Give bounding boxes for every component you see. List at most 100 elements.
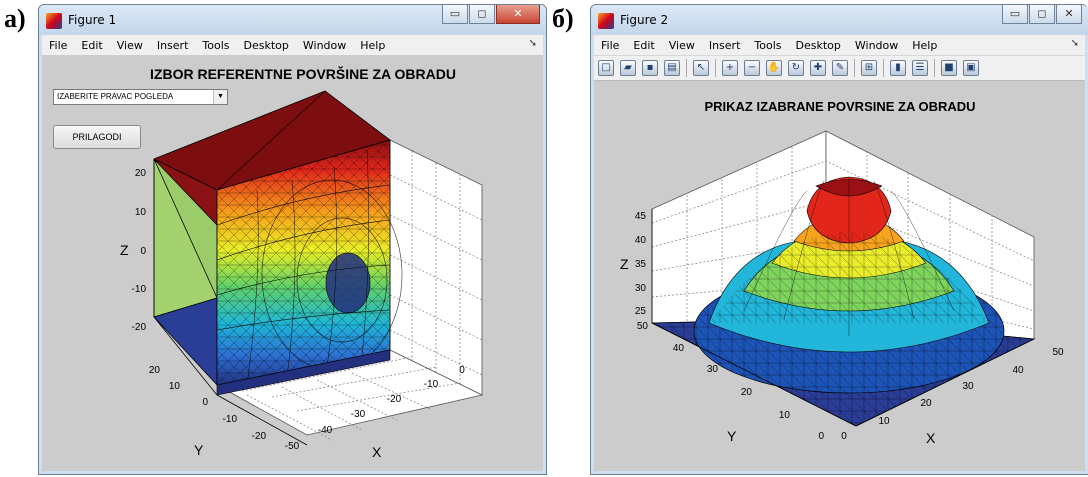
pointer-icon[interactable]: ↖ xyxy=(693,60,709,76)
y-tick: 0 xyxy=(202,397,208,408)
close-button[interactable]: ✕ xyxy=(1056,5,1082,24)
x-tick: 0 xyxy=(459,365,465,376)
menu-window[interactable]: Window xyxy=(848,39,905,52)
toolbar-separator xyxy=(854,59,855,77)
z-tick: 45 xyxy=(635,211,647,222)
save-icon[interactable]: ▪ xyxy=(642,60,658,76)
maximize-button[interactable]: ◻ xyxy=(1029,5,1055,24)
menu-insert[interactable]: Insert xyxy=(150,39,196,52)
figure-1-plot: IZBOR REFERENTNE POVRŠINE ZA OBRADU 20 1… xyxy=(120,65,484,460)
dock-arrow-icon[interactable]: ➘ xyxy=(529,38,537,49)
prilagodi-button[interactable]: PRILAGODI xyxy=(53,125,141,149)
menu-tools[interactable]: Tools xyxy=(195,39,236,52)
rotate-3d-icon[interactable]: ↻ xyxy=(788,60,804,76)
figure-2-toolbar: □ ▰ ▪ ▤ ↖ + − ✋ ↻ ✚ ✎ ⊞ ▮ ☰ ■ ▣ xyxy=(594,55,1085,81)
menu-insert[interactable]: Insert xyxy=(702,39,748,52)
figure-1-title: Figure 1 xyxy=(68,13,117,27)
menu-tools[interactable]: Tools xyxy=(747,39,788,52)
figure-2-plot: PRIKAZ IZABRANE POVRSINE ZA OBRADU 45 40… xyxy=(620,99,1064,446)
z-tick: 35 xyxy=(635,259,647,270)
show-plot-tools-icon[interactable]: ▣ xyxy=(963,60,979,76)
plot-title: IZBOR REFERENTNE POVRŠINE ZA OBRADU xyxy=(150,65,456,82)
hide-plot-tools-icon[interactable]: ■ xyxy=(941,60,957,76)
figure-1-canvas: IZBOR REFERENTNE POVRŠINE ZA OBRADU 20 1… xyxy=(42,55,543,471)
z-tick: 40 xyxy=(635,235,647,246)
figure-2-titlebar[interactable]: Figure 2 ▭ ◻ ✕ xyxy=(591,5,1088,35)
close-button[interactable]: ✕ xyxy=(496,5,540,24)
maximize-icon: ◻ xyxy=(1037,7,1047,20)
x-tick: 40 xyxy=(1012,365,1024,376)
close-icon: ✕ xyxy=(1064,7,1074,20)
z-tick: 0 xyxy=(140,246,146,257)
z-axis-ticks: 20 10 0 -10 -20 xyxy=(132,168,147,333)
dropdown-value: IZABERITE PRAVAC POGLEDA xyxy=(57,92,174,101)
figure-1-menubar: File Edit View Insert Tools Desktop Wind… xyxy=(42,35,543,55)
menu-edit[interactable]: Edit xyxy=(74,39,109,52)
figure-1-window: Figure 1 ▭ ◻ ✕ File Edit View Insert Too… xyxy=(38,4,547,475)
y-tick: 20 xyxy=(741,387,753,398)
figure-2-canvas: PRIKAZ IZABRANE POVRSINE ZA OBRADU 45 40… xyxy=(594,81,1085,471)
zoom-out-icon[interactable]: − xyxy=(744,60,760,76)
y-axis-label: Y xyxy=(194,442,204,458)
menu-file[interactable]: File xyxy=(594,39,626,52)
x-axis-label: X xyxy=(926,430,936,446)
menu-help[interactable]: Help xyxy=(905,39,944,52)
brush-icon[interactable]: ✎ xyxy=(832,60,848,76)
menu-help[interactable]: Help xyxy=(353,39,392,52)
x-tick: 30 xyxy=(962,381,974,392)
minimize-icon: ▭ xyxy=(449,7,461,20)
figure-2-window: Figure 2 ▭ ◻ ✕ File Edit View Insert Too… xyxy=(590,4,1088,475)
minimize-icon: ▭ xyxy=(1009,7,1021,20)
x-tick: 0 xyxy=(841,431,847,442)
menu-desktop[interactable]: Desktop xyxy=(237,39,296,52)
new-figure-icon[interactable]: □ xyxy=(598,60,614,76)
colorbar-icon[interactable]: ▮ xyxy=(890,60,906,76)
zoom-in-icon[interactable]: + xyxy=(722,60,738,76)
z-axis-label: Z xyxy=(620,256,629,272)
menu-view[interactable]: View xyxy=(110,39,150,52)
z-axis-ticks: 45 40 35 30 25 xyxy=(635,211,647,317)
view-direction-dropdown[interactable]: IZABERITE PRAVAC POGLEDA ▼ xyxy=(53,89,228,105)
z-tick: -20 xyxy=(132,322,147,333)
plot-title: PRIKAZ IZABRANE POVRSINE ZA OBRADU xyxy=(704,99,975,114)
link-plot-icon[interactable]: ⊞ xyxy=(861,60,877,76)
y-axis-label: Y xyxy=(727,428,737,444)
x-tick: 50 xyxy=(1052,347,1064,358)
z-tick: -10 xyxy=(132,284,147,295)
menu-desktop[interactable]: Desktop xyxy=(789,39,848,52)
close-icon: ✕ xyxy=(513,7,523,20)
pan-hand-icon[interactable]: ✋ xyxy=(766,60,782,76)
z-axis-label: Z xyxy=(120,242,129,258)
z-tick: 30 xyxy=(635,283,647,294)
toolbar-separator xyxy=(934,59,935,77)
y-tick: 50 xyxy=(637,321,649,332)
open-folder-icon[interactable]: ▰ xyxy=(620,60,636,76)
y-tick: 0 xyxy=(818,431,824,442)
dock-arrow-icon[interactable]: ➘ xyxy=(1071,38,1079,49)
figure-1-titlebar[interactable]: Figure 1 ▭ ◻ ✕ xyxy=(39,5,546,35)
menu-file[interactable]: File xyxy=(42,39,74,52)
x-tick: -50 xyxy=(285,441,300,452)
y-tick: 10 xyxy=(169,381,181,392)
minimize-button[interactable]: ▭ xyxy=(442,5,468,24)
x-tick: -40 xyxy=(318,425,333,436)
x-tick: 20 xyxy=(920,398,932,409)
matlab-figure-icon xyxy=(598,13,614,29)
minimize-button[interactable]: ▭ xyxy=(1002,5,1028,24)
panel-b-label: б) xyxy=(552,4,574,33)
z-tick: 20 xyxy=(135,168,147,179)
data-cursor-icon[interactable]: ✚ xyxy=(810,60,826,76)
menu-window[interactable]: Window xyxy=(296,39,353,52)
z-tick: 10 xyxy=(135,207,147,218)
toolbar-separator xyxy=(883,59,884,77)
maximize-icon: ◻ xyxy=(477,7,487,20)
menu-view[interactable]: View xyxy=(662,39,702,52)
chevron-down-icon[interactable]: ▼ xyxy=(213,90,227,104)
x-tick: -20 xyxy=(387,394,402,405)
toolbar-separator xyxy=(686,59,687,77)
menu-edit[interactable]: Edit xyxy=(626,39,661,52)
maximize-button[interactable]: ◻ xyxy=(469,5,495,24)
print-icon[interactable]: ▤ xyxy=(664,60,680,76)
z-tick: 25 xyxy=(635,306,647,317)
legend-icon[interactable]: ☰ xyxy=(912,60,928,76)
